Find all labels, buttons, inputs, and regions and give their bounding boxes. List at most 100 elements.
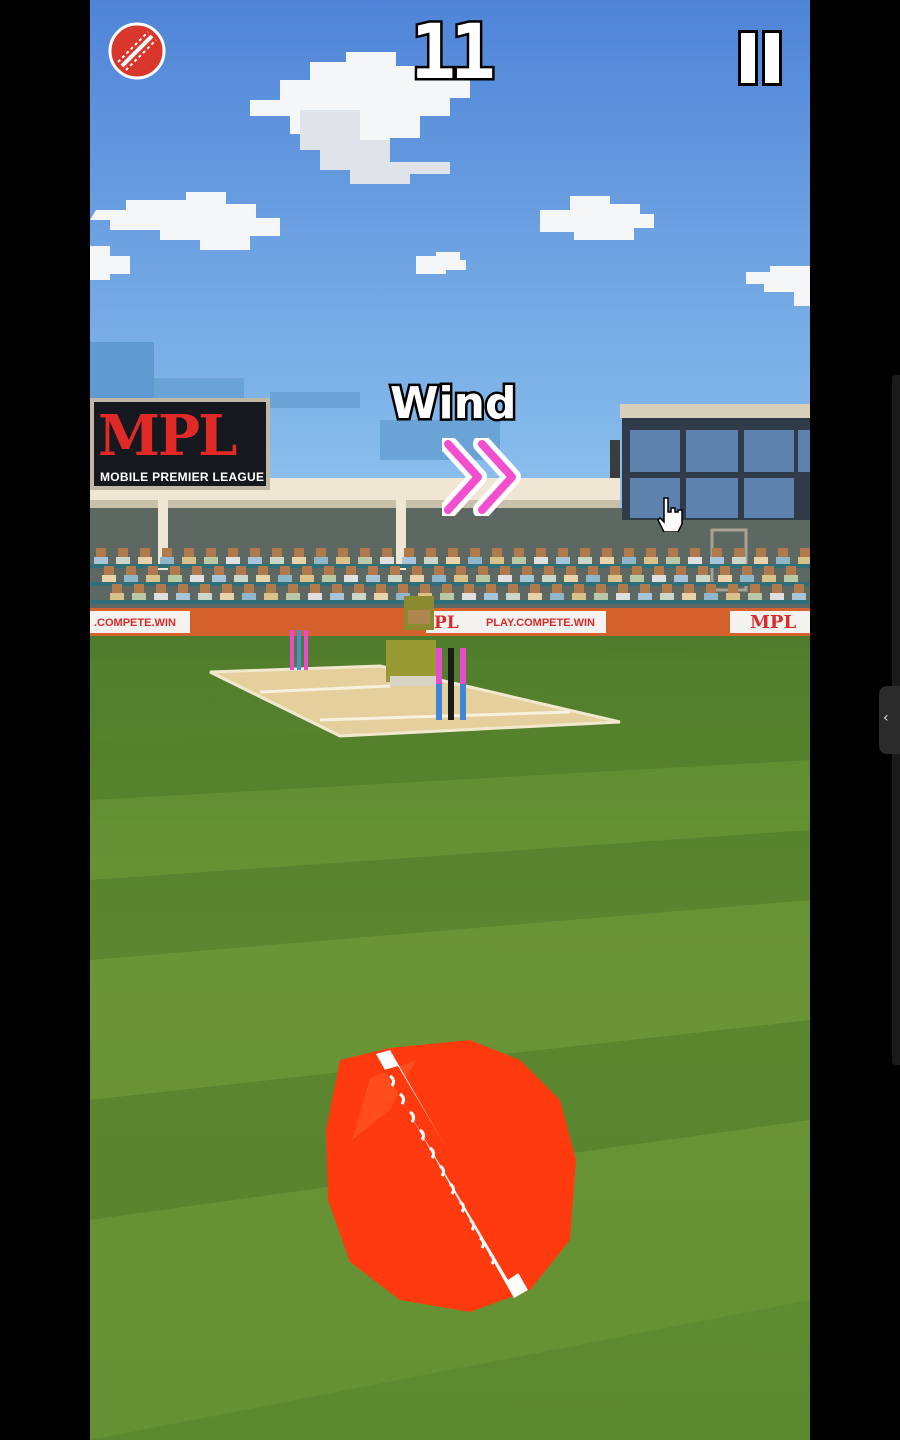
double-chevron-right-icon — [442, 438, 521, 516]
crowd-head — [514, 548, 524, 557]
crowd-head — [338, 548, 348, 557]
pause-button[interactable] — [738, 30, 784, 86]
crowd-head — [360, 548, 370, 557]
crowd-head — [288, 584, 298, 593]
crowd-head — [272, 548, 282, 557]
chevron-left-icon: ‹ — [883, 710, 889, 726]
crowd-head — [552, 584, 562, 593]
crowd-head — [772, 584, 782, 593]
crowd-head — [266, 584, 276, 593]
crowd-head — [310, 584, 320, 593]
crowd-head — [412, 566, 422, 575]
crowd-head — [404, 548, 414, 557]
crowd-head — [442, 584, 452, 593]
cricket-scene — [90, 0, 810, 1440]
crowd-head — [662, 584, 672, 593]
crowd-head — [596, 584, 606, 593]
score-counter: 11 — [408, 7, 499, 96]
crowd-head — [698, 566, 708, 575]
far-stumps — [290, 630, 308, 670]
crowd-head — [690, 548, 700, 557]
crowd-head — [118, 548, 128, 557]
crowd-head — [236, 566, 246, 575]
crowd-head — [156, 584, 166, 593]
crowd-head — [530, 584, 540, 593]
crowd-head — [448, 548, 458, 557]
crowd-head — [668, 548, 678, 557]
crowd-head — [258, 566, 268, 575]
crowd-head — [728, 584, 738, 593]
crowd-head — [420, 584, 430, 593]
crowd-head — [800, 548, 810, 557]
crowd-head — [536, 548, 546, 557]
crowd-head — [316, 548, 326, 557]
crowd-head — [178, 584, 188, 593]
crowd-head — [470, 548, 480, 557]
crowd-head — [140, 548, 150, 557]
crowd-head — [712, 548, 722, 557]
crowd-head — [134, 584, 144, 593]
crowd-head — [112, 584, 122, 593]
hand-pointer-icon — [657, 497, 683, 532]
crowd-head — [170, 566, 180, 575]
crowd-head — [778, 548, 788, 557]
crowd-head — [750, 584, 760, 593]
crowd-head — [464, 584, 474, 593]
crowd-head — [602, 548, 612, 557]
crowd-head — [640, 584, 650, 593]
crowd-head — [618, 584, 628, 593]
crowd-head — [544, 566, 554, 575]
wind-label: Wind — [388, 378, 519, 429]
crowd-head — [214, 566, 224, 575]
seat-row — [90, 600, 810, 604]
side-panel-handle[interactable]: ‹ — [879, 686, 900, 754]
crowd-head — [492, 548, 502, 557]
crowd-head — [162, 548, 172, 557]
crowd-head — [632, 566, 642, 575]
crowd-head — [346, 566, 356, 575]
crowd-head — [558, 548, 568, 557]
crowd-head — [610, 566, 620, 575]
ad-board-right-logo: MPL — [750, 612, 797, 633]
crowd-head — [574, 584, 584, 593]
mpl-subtitle: MOBILE PREMIER LEAGUE — [100, 470, 265, 484]
crowd-head — [148, 566, 158, 575]
crowd-head — [580, 548, 590, 557]
crowd-head — [756, 548, 766, 557]
ad-board-left: .COMPETE.WIN — [94, 617, 176, 629]
crowd-head — [654, 566, 664, 575]
crowd-head — [398, 584, 408, 593]
crowd-head — [294, 548, 304, 557]
game-viewport[interactable]: MPL MOBILE PREMIER LEAGUE .COMPETE.WIN P… — [90, 0, 810, 1440]
crowd-head — [478, 566, 488, 575]
crowd-head — [486, 584, 496, 593]
crowd-head — [244, 584, 254, 593]
crowd-head — [720, 566, 730, 575]
crowd-head — [566, 566, 576, 575]
crowd-head — [302, 566, 312, 575]
crowd-head — [426, 548, 436, 557]
near-stumps — [436, 648, 466, 720]
crowd-head — [376, 584, 386, 593]
mpl-scoreboard-sign: MPL MOBILE PREMIER LEAGUE — [90, 398, 270, 490]
crowd-head — [96, 548, 106, 557]
crowd-head — [764, 566, 774, 575]
crowd-head — [324, 566, 334, 575]
crowd-head — [206, 548, 216, 557]
mpl-logo: MPL — [98, 403, 237, 469]
crowd-head — [280, 566, 290, 575]
crowd-head — [742, 566, 752, 575]
crowd-head — [508, 584, 518, 593]
crowd-head — [500, 566, 510, 575]
crowd-head — [354, 584, 364, 593]
crowd-head — [104, 566, 114, 575]
crowd-head — [200, 584, 210, 593]
crowd-head — [184, 548, 194, 557]
crowd-head — [734, 548, 744, 557]
crowd-head — [126, 566, 136, 575]
crowd-head — [522, 566, 532, 575]
crowd-head — [706, 584, 716, 593]
crowd-head — [250, 548, 260, 557]
crowd-head — [332, 584, 342, 593]
crowd-head — [684, 584, 694, 593]
